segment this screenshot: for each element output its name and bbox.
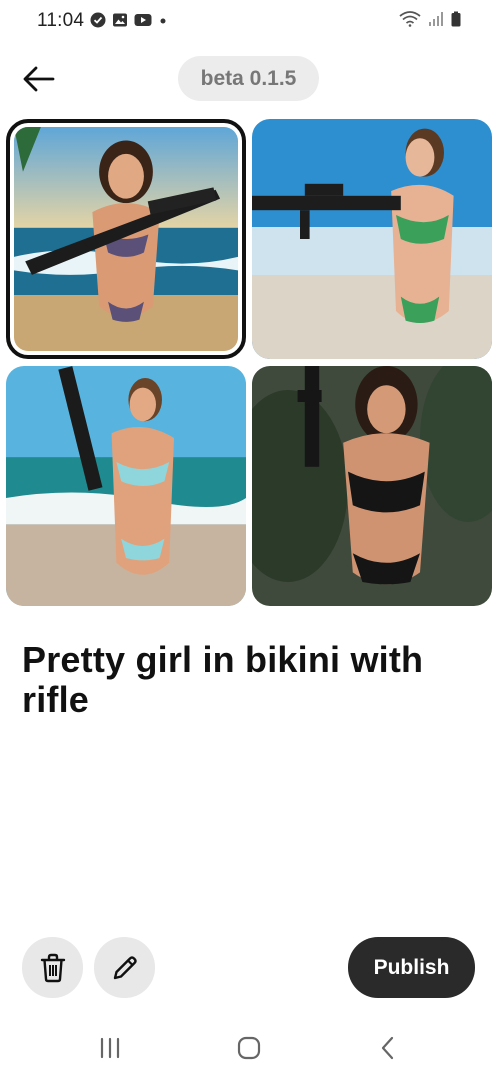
system-status-icons [399, 11, 461, 27]
back-icon [381, 1036, 394, 1060]
status-bar: 11:04 [0, 0, 497, 40]
home-icon [237, 1036, 261, 1060]
image-1-art [14, 127, 238, 351]
image-4-art [252, 366, 492, 606]
image-2-art [252, 119, 492, 359]
image-icon [113, 13, 127, 27]
battery-icon [451, 11, 461, 27]
generated-image-4[interactable] [252, 366, 492, 606]
arrow-left-icon [23, 66, 55, 92]
home-button[interactable] [229, 1032, 269, 1064]
generated-image-1[interactable] [6, 119, 246, 359]
recents-button[interactable] [90, 1032, 130, 1064]
image-grid [6, 119, 492, 607]
check-circle-icon [90, 12, 106, 28]
status-time: 11:04 [37, 10, 85, 31]
back-button[interactable] [20, 60, 58, 98]
publish-button[interactable]: Publish [348, 937, 475, 998]
recents-icon [100, 1037, 120, 1059]
notification-icons [90, 12, 168, 28]
prompt-title: Pretty girl in bikini with rifle [22, 639, 424, 720]
trash-icon [40, 953, 65, 982]
system-back-button[interactable] [368, 1032, 408, 1064]
system-nav-bar [0, 1018, 497, 1078]
generated-image-2[interactable] [252, 119, 492, 359]
image-3-art [6, 366, 246, 606]
signal-icon [429, 12, 443, 26]
wifi-icon [399, 11, 421, 27]
delete-button[interactable] [22, 937, 83, 998]
generated-image-3[interactable] [6, 366, 246, 606]
dot-icon [160, 18, 166, 24]
version-badge: beta 0.1.5 [178, 56, 319, 101]
pencil-icon [113, 955, 137, 979]
youtube-icon [134, 14, 152, 26]
edit-button[interactable] [94, 937, 155, 998]
